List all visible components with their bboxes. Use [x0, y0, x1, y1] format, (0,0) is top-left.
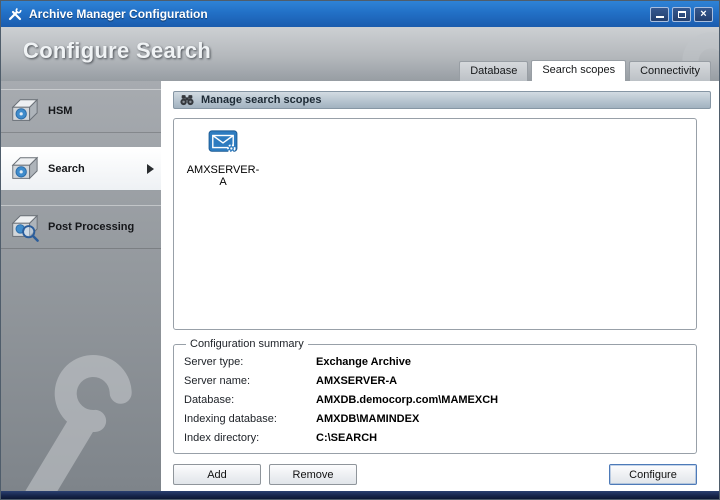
summary-row-label: Server name:: [184, 375, 316, 387]
sidebar-item-label: Search: [48, 163, 85, 175]
titlebar: Archive Manager Configuration ×: [1, 1, 719, 27]
window-controls: ×: [650, 7, 713, 22]
tools-icon: [7, 6, 23, 22]
search-server-icon: [9, 154, 39, 184]
scope-item[interactable]: AMXSERVER-A: [184, 129, 262, 188]
summary-row-label: Indexing database:: [184, 413, 316, 425]
sidebar-item-label: Post Processing: [48, 221, 134, 233]
close-icon: ×: [700, 9, 706, 20]
window: Archive Manager Configuration × Configur…: [0, 0, 720, 500]
mail-server-icon: [208, 129, 238, 155]
sidebar: HSM Search: [1, 81, 161, 493]
header: Configure Search Database Search scopes …: [1, 27, 719, 81]
summary-row-value: C:\SEARCH: [316, 432, 686, 444]
remove-button[interactable]: Remove: [269, 464, 357, 485]
section-header-label: Manage search scopes: [201, 94, 321, 106]
maximize-icon: [678, 11, 686, 18]
post-processing-icon: [9, 212, 39, 242]
summary-row-label: Database:: [184, 394, 316, 406]
maximize-button[interactable]: [672, 7, 691, 22]
main-panel: Manage search scopes AMXSERVER-A Configu…: [161, 81, 720, 493]
hsm-server-icon: [9, 96, 39, 126]
sidebar-item-hsm[interactable]: HSM: [1, 89, 161, 133]
wrench-watermark: [1, 324, 161, 493]
window-title: Archive Manager Configuration: [29, 7, 208, 21]
button-row: Add Remove Configure: [173, 464, 697, 485]
selected-arrow-icon: [147, 164, 154, 174]
footer-strip: [1, 491, 719, 499]
summary-row-value: AMXDB.democorp.com\MAMEXCH: [316, 394, 686, 406]
summary-row-label: Index directory:: [184, 432, 316, 444]
close-button[interactable]: ×: [694, 7, 713, 22]
summary-legend: Configuration summary: [186, 338, 308, 350]
tab-connectivity[interactable]: Connectivity: [629, 61, 711, 81]
add-button[interactable]: Add: [173, 464, 261, 485]
summary-row-value: AMXDB\MAMINDEX: [316, 413, 686, 425]
page-title: Configure Search: [23, 38, 211, 64]
tab-search-scopes[interactable]: Search scopes: [531, 60, 626, 81]
scope-item-label: AMXSERVER-A: [184, 164, 262, 188]
configuration-summary: Configuration summary Server type: Excha…: [173, 338, 697, 454]
summary-row-value: AMXSERVER-A: [316, 375, 686, 387]
configure-button[interactable]: Configure: [609, 464, 697, 485]
tab-bar: Database Search scopes Connectivity: [459, 60, 711, 81]
minimize-button[interactable]: [650, 7, 669, 22]
sidebar-item-search[interactable]: Search: [1, 147, 161, 191]
sidebar-item-post-processing[interactable]: Post Processing: [1, 205, 161, 249]
tab-database[interactable]: Database: [459, 61, 528, 81]
minimize-icon: [656, 16, 664, 18]
section-header: Manage search scopes: [173, 91, 711, 109]
summary-rows: Server type: Exchange Archive Server nam…: [184, 356, 686, 444]
summary-row-value: Exchange Archive: [316, 356, 686, 368]
search-scope-list[interactable]: AMXSERVER-A: [173, 118, 697, 330]
binoculars-icon: [179, 94, 195, 106]
sidebar-item-label: HSM: [48, 105, 72, 117]
summary-row-label: Server type:: [184, 356, 316, 368]
